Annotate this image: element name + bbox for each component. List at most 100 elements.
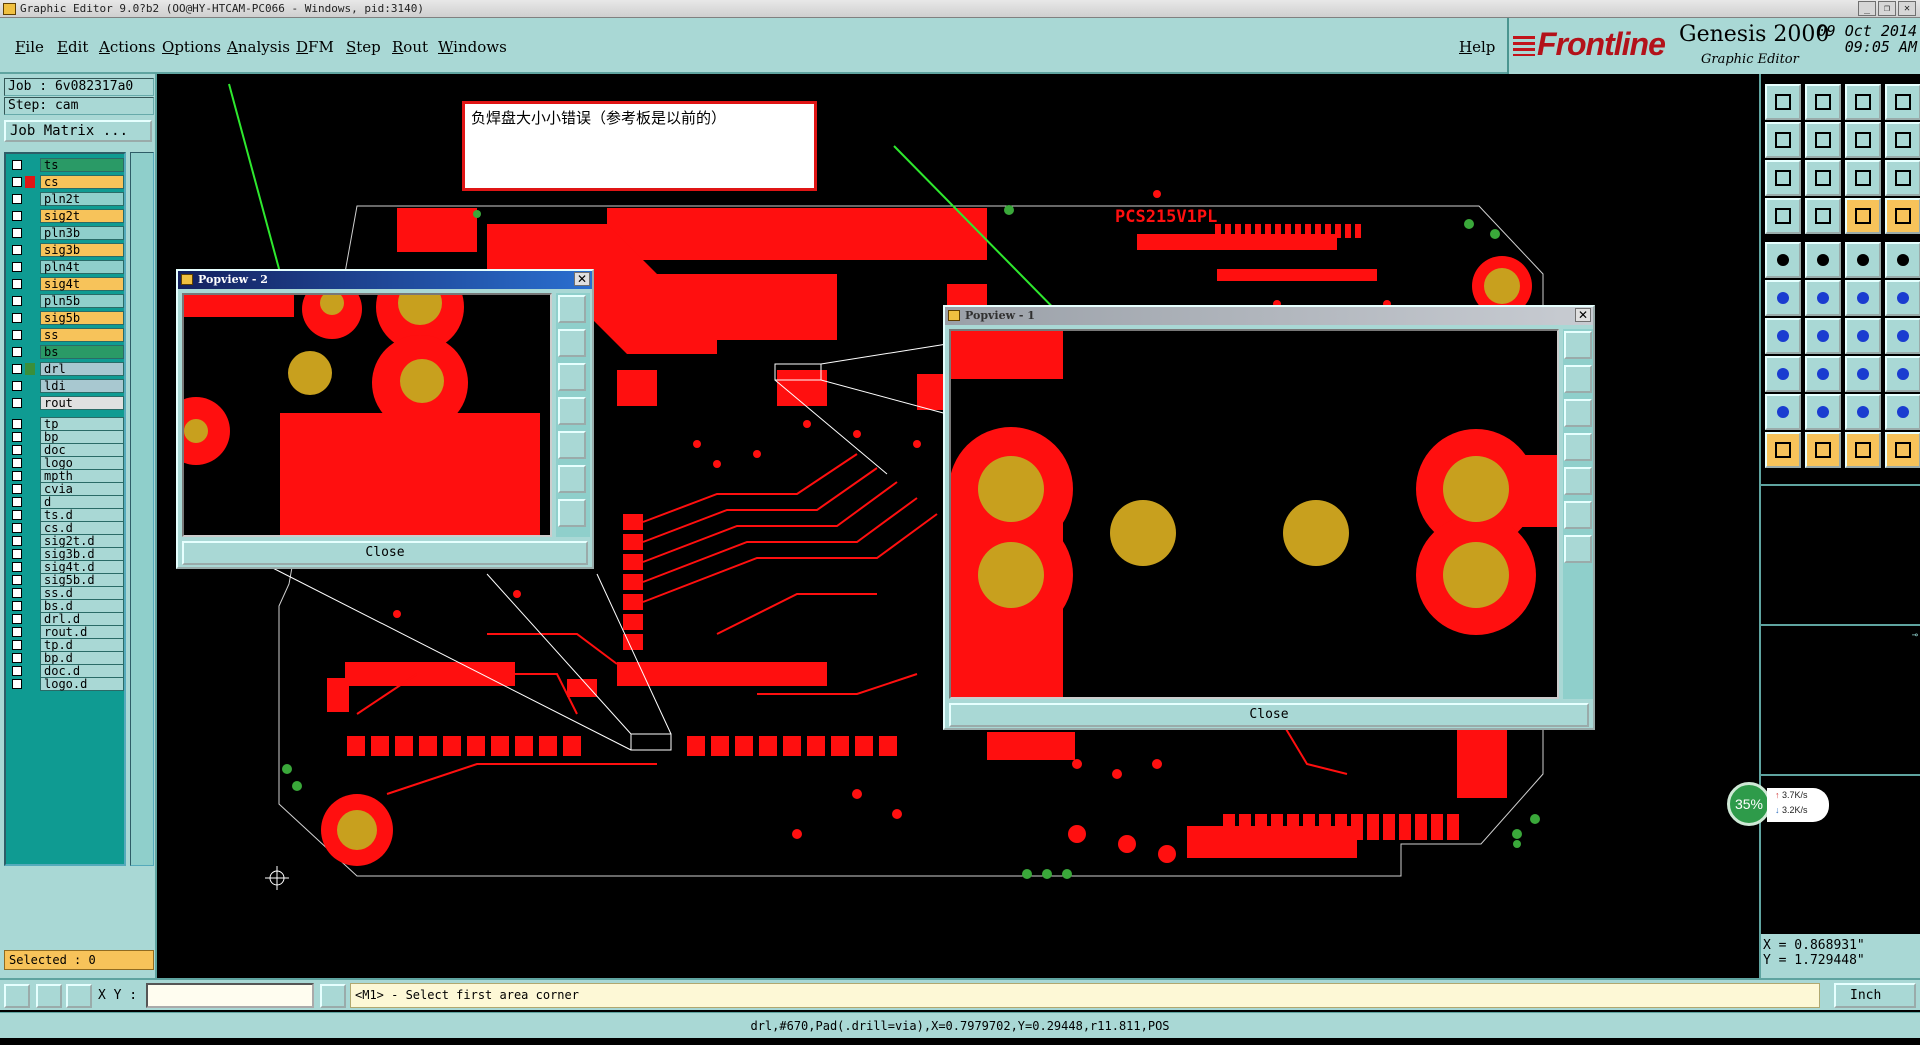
layer-row-ldi[interactable]: ldi: [8, 379, 126, 393]
layer-row-bp[interactable]: bp: [8, 430, 126, 444]
layer-checkbox[interactable]: [12, 679, 22, 689]
triangle-c-icon[interactable]: [1845, 394, 1881, 430]
layer-row-tp[interactable]: tp: [8, 417, 126, 431]
xy-input[interactable]: [146, 983, 314, 1008]
paste-icon[interactable]: [1805, 122, 1841, 158]
line-icon[interactable]: [1805, 242, 1841, 278]
popview-fit-button[interactable]: [1564, 501, 1592, 529]
layer-color-swatch[interactable]: [25, 278, 35, 290]
menu-step[interactable]: Step: [346, 38, 381, 56]
layer-color-swatch[interactable]: [25, 227, 35, 239]
layer-checkbox[interactable]: [12, 510, 22, 520]
popview-zoom-out-button[interactable]: [558, 363, 586, 391]
layer-row-cs[interactable]: cs: [8, 175, 126, 189]
layer-color-swatch[interactable]: [25, 665, 35, 677]
layer-color-swatch[interactable]: [25, 548, 35, 560]
job-matrix-button[interactable]: Job Matrix ...: [4, 120, 152, 142]
popview-move-button[interactable]: [558, 499, 586, 527]
layer-row-logo.d[interactable]: logo.d: [8, 677, 126, 691]
layer-name[interactable]: sig3b: [40, 243, 124, 257]
layer-checkbox[interactable]: [12, 211, 22, 221]
layer-color-swatch[interactable]: [25, 457, 35, 469]
layer-name[interactable]: ss.d: [40, 586, 124, 600]
layer-row-pln2t[interactable]: pln2t: [8, 192, 126, 206]
zoom-fit-icon[interactable]: [1765, 160, 1801, 196]
minimize-button[interactable]: _: [1858, 1, 1876, 16]
select-icon[interactable]: [1765, 432, 1801, 468]
layer-row-sig2t[interactable]: sig2t: [8, 209, 126, 223]
layer-row-sig2t.d[interactable]: sig2t.d: [8, 534, 126, 548]
layer-color-swatch[interactable]: [25, 535, 35, 547]
layer-name[interactable]: sig5b: [40, 311, 124, 325]
layer-checkbox[interactable]: [12, 364, 22, 374]
layer-name[interactable]: sig2t: [40, 209, 124, 223]
layer-name[interactable]: logo.d: [40, 677, 124, 691]
select-3-icon[interactable]: [1845, 432, 1881, 468]
array-icon[interactable]: [1885, 356, 1920, 392]
scale-icon[interactable]: [1845, 160, 1881, 196]
layer-checkbox[interactable]: [12, 588, 22, 598]
popview-pan-right-button[interactable]: [1564, 467, 1592, 495]
layer-color-swatch[interactable]: [25, 444, 35, 456]
layer-row-logo[interactable]: logo: [8, 456, 126, 470]
layer-name[interactable]: ss: [40, 328, 124, 342]
layer-checkbox[interactable]: [12, 497, 22, 507]
popview-zoom-in-button[interactable]: [1564, 365, 1592, 393]
layer-row-ts.d[interactable]: ts.d: [8, 508, 126, 522]
layer-color-swatch[interactable]: [25, 470, 35, 482]
layer-name[interactable]: sig4t: [40, 277, 124, 291]
layer-checkbox[interactable]: [12, 432, 22, 442]
layer-color-swatch[interactable]: [25, 561, 35, 573]
layer-row-sig4t.d[interactable]: sig4t.d: [8, 560, 126, 574]
layer-color-swatch[interactable]: [25, 295, 35, 307]
layer-name[interactable]: bs.d: [40, 599, 124, 613]
layer-name[interactable]: pln4t: [40, 260, 124, 274]
layer-checkbox[interactable]: [12, 653, 22, 663]
layer-row-drl.d[interactable]: drl.d: [8, 612, 126, 626]
layer-color-swatch[interactable]: [25, 574, 35, 586]
layer-checkbox[interactable]: [12, 601, 22, 611]
layer-name[interactable]: sig4t.d: [40, 560, 124, 574]
measure-icon[interactable]: [1845, 198, 1881, 234]
circle-icon[interactable]: [1885, 242, 1920, 278]
layer-checkbox[interactable]: [12, 313, 22, 323]
layer-row-rout.d[interactable]: rout.d: [8, 625, 126, 639]
save-icon[interactable]: [1805, 84, 1841, 120]
display-icon[interactable]: [1765, 198, 1801, 234]
layer-color-swatch[interactable]: [25, 600, 35, 612]
move-icon[interactable]: [1765, 280, 1801, 316]
layer-checkbox[interactable]: [12, 445, 22, 455]
layer-row-rout[interactable]: rout: [8, 396, 126, 410]
draw-mode-icon[interactable]: [4, 984, 30, 1008]
layer-row-ss.d[interactable]: ss.d: [8, 586, 126, 600]
layer-name[interactable]: cs: [40, 175, 124, 189]
connect-icon[interactable]: [1885, 280, 1920, 316]
layer-row-cvia[interactable]: cvia: [8, 482, 126, 496]
edit-line-icon[interactable]: [1765, 318, 1801, 354]
layer-name[interactable]: ldi: [40, 379, 124, 393]
layer-color-swatch[interactable]: [25, 380, 35, 392]
layer-name[interactable]: bs: [40, 345, 124, 359]
layer-list-scrollbar[interactable]: [130, 152, 154, 866]
popview-fit-button[interactable]: [558, 465, 586, 493]
feature-icon[interactable]: [1885, 318, 1920, 354]
layer-name[interactable]: mpth: [40, 469, 124, 483]
split-icon[interactable]: [1845, 356, 1881, 392]
layer-color-swatch[interactable]: [25, 639, 35, 651]
menu-options[interactable]: Options: [162, 38, 221, 56]
layer-row-bs[interactable]: bs: [8, 345, 126, 359]
menu-edit[interactable]: Edit: [57, 38, 88, 56]
close-window-button[interactable]: ✕: [1898, 1, 1916, 16]
layer-checkbox[interactable]: [12, 160, 22, 170]
menu-help[interactable]: Help: [1459, 38, 1495, 56]
layer-row-d[interactable]: d: [8, 495, 126, 509]
pin-icon[interactable]: ⊸: [1912, 630, 1918, 641]
layer-row-mpth[interactable]: mpth: [8, 469, 126, 483]
layer-name[interactable]: cvia: [40, 482, 124, 496]
popview-zoom-out-button[interactable]: [1564, 399, 1592, 427]
info-icon[interactable]: [320, 984, 346, 1008]
menu-windows[interactable]: Windows: [438, 38, 507, 56]
layer-name[interactable]: pln2t: [40, 192, 124, 206]
layer-color-swatch[interactable]: [25, 346, 35, 358]
popview-2-view[interactable]: [182, 293, 552, 537]
